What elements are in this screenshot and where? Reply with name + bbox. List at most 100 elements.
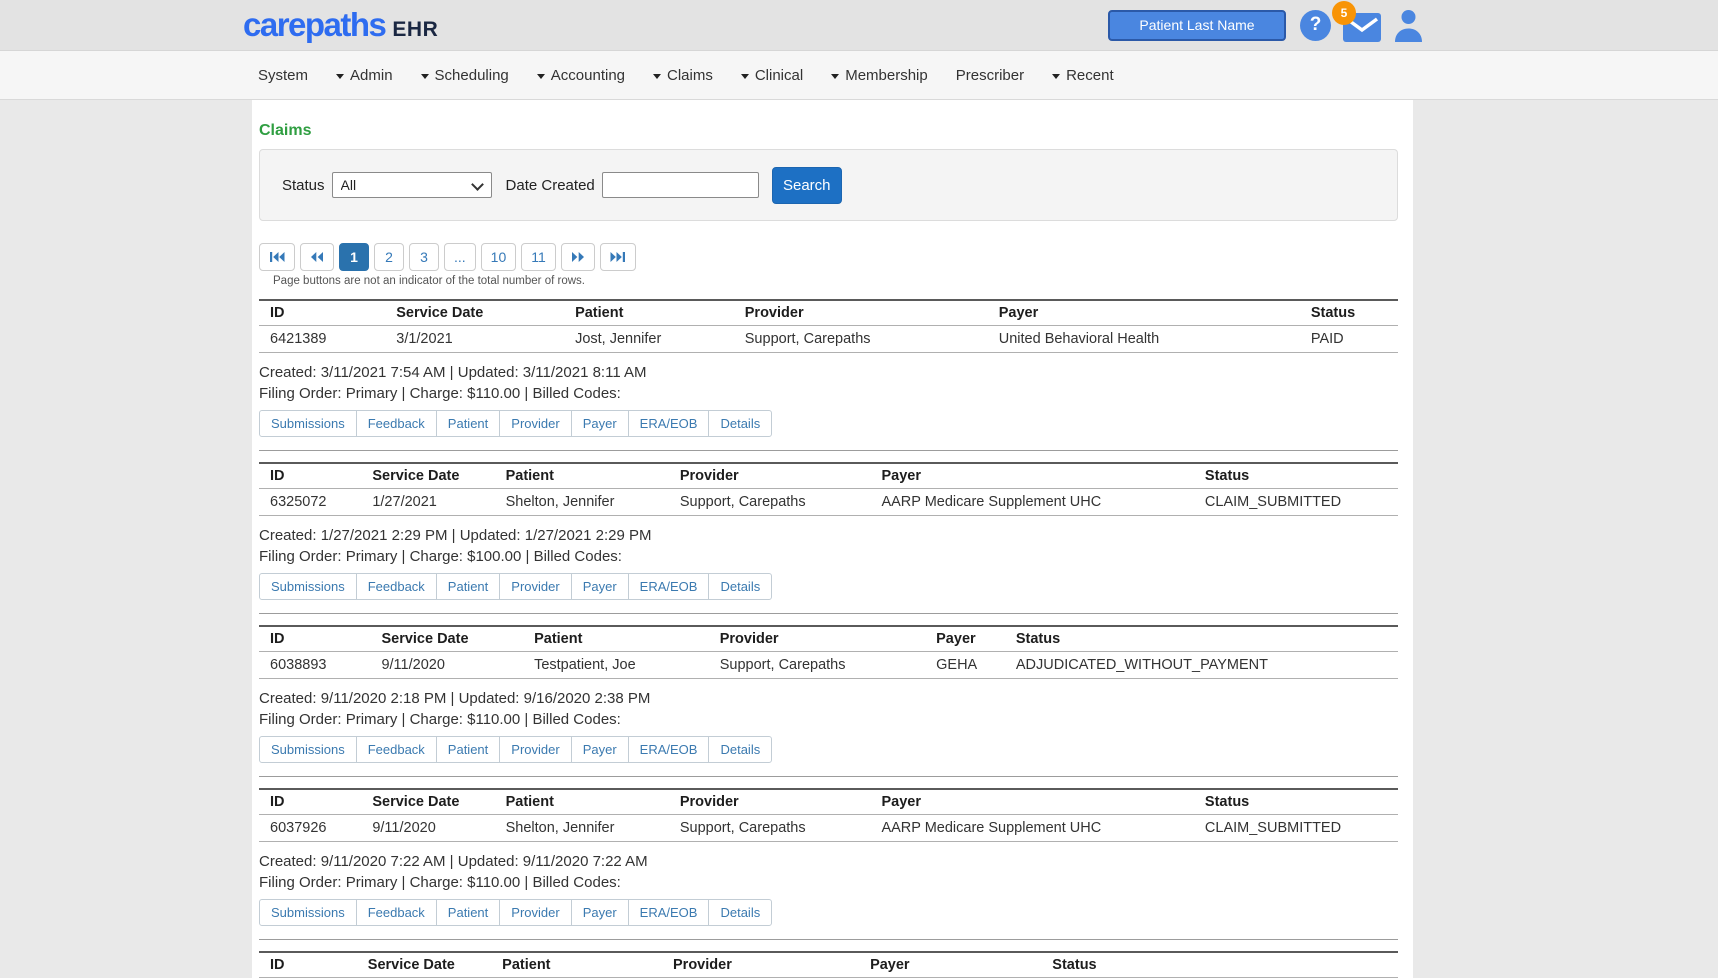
claim-action-payer-button[interactable]: Payer — [571, 410, 629, 437]
page-button-ellipsis[interactable]: ... — [444, 243, 476, 271]
claim-action-era-eob-button[interactable]: ERA/EOB — [628, 736, 710, 763]
claim-action-era-eob-button[interactable]: ERA/EOB — [628, 573, 710, 600]
claim-action-payer-button[interactable]: Payer — [571, 573, 629, 600]
previous-page-button[interactable] — [300, 243, 334, 271]
column-header-status: Status — [1201, 789, 1398, 815]
profile-icon — [1393, 9, 1424, 42]
claims-list: IDService DatePatientProviderPayerStatus… — [259, 299, 1398, 978]
claim-action-era-eob-button[interactable]: ERA/EOB — [628, 410, 710, 437]
claim-status: CLAIM_SUBMITTED — [1201, 815, 1398, 842]
claim-action-patient-button[interactable]: Patient — [436, 736, 500, 763]
status-select[interactable]: All — [332, 172, 492, 198]
claims-table: IDService DatePatientProviderPayerStatus… — [259, 788, 1398, 842]
column-header-payer: Payer — [995, 300, 1307, 326]
page-title: Claims — [259, 122, 1398, 140]
claim-action-submissions-button[interactable]: Submissions — [259, 410, 357, 437]
nav-item-prescriber[interactable]: Prescriber — [956, 67, 1024, 84]
column-header-patient: Patient — [530, 626, 716, 652]
claim-payer: AARP Medicare Supplement UHC — [877, 815, 1200, 842]
nav-item-system[interactable]: System — [258, 67, 308, 84]
notification-badge: 5 — [1332, 1, 1356, 25]
claim-filing-info: Filing Order: Primary | Charge: $110.00 … — [259, 874, 1398, 891]
claim-action-details-button[interactable]: Details — [708, 899, 772, 926]
patient-last-name-search-input[interactable] — [1108, 10, 1286, 41]
claim-action-submissions-button[interactable]: Submissions — [259, 573, 357, 600]
nav-item-label: Admin — [350, 67, 393, 84]
claim-section: IDService DatePatientProviderPayerStatus… — [259, 299, 1398, 451]
claim-action-era-eob-button[interactable]: ERA/EOB — [628, 899, 710, 926]
section-divider — [259, 776, 1398, 777]
chevron-down-icon — [537, 74, 545, 79]
date-created-input[interactable] — [602, 172, 759, 198]
claim-action-feedback-button[interactable]: Feedback — [356, 410, 437, 437]
claim-action-patient-button[interactable]: Patient — [436, 899, 500, 926]
column-header-status: Status — [1201, 463, 1398, 489]
claim-action-patient-button[interactable]: Patient — [436, 410, 500, 437]
nav-item-membership[interactable]: Membership — [831, 67, 928, 84]
top-header-bar: carepaths EHR ? 5 — [0, 0, 1718, 51]
column-header-id: ID — [259, 626, 377, 652]
claims-table-header-row: IDService DatePatientProviderPayerStatus — [259, 789, 1398, 815]
claim-action-submissions-button[interactable]: Submissions — [259, 899, 357, 926]
skip-to-last-icon — [610, 251, 626, 263]
page-button-2[interactable]: 2 — [374, 243, 404, 271]
claim-section-partial: IDService DatePatientProviderPayerStatus — [259, 951, 1398, 978]
messages-button[interactable]: 5 — [1341, 8, 1381, 42]
claim-action-submissions-button[interactable]: Submissions — [259, 736, 357, 763]
column-header-provider: Provider — [676, 463, 878, 489]
nav-item-clinical[interactable]: Clinical — [741, 67, 803, 84]
nav-item-claims[interactable]: Claims — [653, 67, 713, 84]
claims-table-header-row: IDService DatePatientProviderPayerStatus — [259, 463, 1398, 489]
last-page-button[interactable] — [600, 243, 636, 271]
chevron-down-icon — [336, 74, 344, 79]
claim-action-provider-button[interactable]: Provider — [499, 899, 571, 926]
profile-button[interactable] — [1393, 9, 1424, 42]
claim-id: 6421389 — [259, 326, 392, 353]
claim-action-provider-button[interactable]: Provider — [499, 573, 571, 600]
claim-action-provider-button[interactable]: Provider — [499, 410, 571, 437]
search-button[interactable]: Search — [772, 167, 842, 204]
claim-payer: GEHA — [932, 652, 1012, 679]
claim-row: 60379269/11/2020Shelton, JenniferSupport… — [259, 815, 1398, 842]
section-divider — [259, 613, 1398, 614]
claim-action-feedback-button[interactable]: Feedback — [356, 573, 437, 600]
claim-status: ADJUDICATED_WITHOUT_PAYMENT — [1012, 652, 1398, 679]
page-button-10[interactable]: 10 — [481, 243, 517, 271]
page-button-11[interactable]: 11 — [521, 243, 556, 271]
column-header-patient: Patient — [502, 463, 676, 489]
claim-action-feedback-button[interactable]: Feedback — [356, 736, 437, 763]
claim-action-details-button[interactable]: Details — [708, 410, 772, 437]
help-icon[interactable]: ? — [1300, 10, 1331, 41]
claims-table: IDService DatePatientProviderPayerStatus… — [259, 462, 1398, 516]
claims-table-header-row: IDService DatePatientProviderPayerStatus — [259, 626, 1398, 652]
chevron-down-icon — [1052, 74, 1060, 79]
first-page-button[interactable] — [259, 243, 295, 271]
column-header-id: ID — [259, 463, 368, 489]
page-button-3[interactable]: 3 — [409, 243, 439, 271]
claim-action-provider-button[interactable]: Provider — [499, 736, 571, 763]
nav-item-label: Prescriber — [956, 67, 1024, 84]
claim-action-details-button[interactable]: Details — [708, 573, 772, 600]
claim-provider: Support, Carepaths — [741, 326, 995, 353]
claim-action-buttons: SubmissionsFeedbackPatientProviderPayerE… — [259, 899, 772, 926]
header-right-cluster: ? 5 — [1108, 8, 1424, 42]
claim-payer: AARP Medicare Supplement UHC — [877, 489, 1200, 516]
claim-service-date: 9/11/2020 — [377, 652, 530, 679]
claim-action-feedback-button[interactable]: Feedback — [356, 899, 437, 926]
nav-item-recent[interactable]: Recent — [1052, 67, 1114, 84]
claim-section: IDService DatePatientProviderPayerStatus… — [259, 462, 1398, 614]
page-button-1[interactable]: 1 — [339, 243, 369, 271]
next-page-button[interactable] — [561, 243, 595, 271]
column-header-status: Status — [1012, 626, 1398, 652]
claim-action-payer-button[interactable]: Payer — [571, 736, 629, 763]
claim-action-payer-button[interactable]: Payer — [571, 899, 629, 926]
nav-item-label: Scheduling — [435, 67, 509, 84]
claim-status: CLAIM_SUBMITTED — [1201, 489, 1398, 516]
claim-action-patient-button[interactable]: Patient — [436, 573, 500, 600]
nav-item-scheduling[interactable]: Scheduling — [421, 67, 509, 84]
column-header-status: Status — [1048, 952, 1398, 978]
chevron-down-icon — [741, 74, 749, 79]
nav-item-admin[interactable]: Admin — [336, 67, 393, 84]
claim-action-details-button[interactable]: Details — [708, 736, 772, 763]
nav-item-accounting[interactable]: Accounting — [537, 67, 625, 84]
